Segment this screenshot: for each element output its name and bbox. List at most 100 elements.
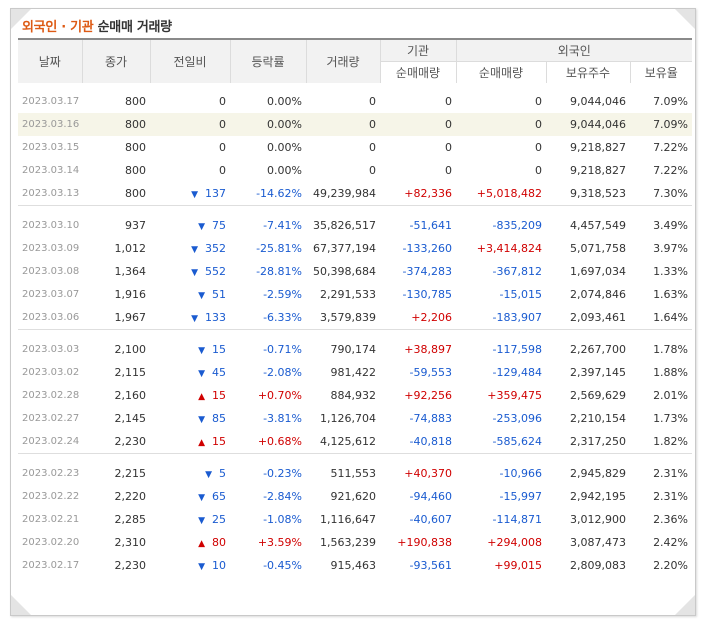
cell-rate: -0.23% [263,467,302,480]
cell-rate: -2.08% [263,366,302,379]
cell-foreign-net: 0 [535,95,542,108]
cell-holdings: 9,044,046 [546,113,630,136]
cell-holdings: 2,397,145 [570,366,626,379]
cell-volume: 884,932 [330,389,377,402]
corner-decoration [675,595,695,615]
cell-change: ▼ 133 [150,306,230,330]
cell-holdings: 9,044,046 [570,95,626,108]
change-value: 552 [205,265,226,278]
cell-volume: 915,463 [330,559,377,572]
table-row: 2023.02.28 2,160 ▲ 15 +0.70% 884,932 +92,256 +3… [18,384,692,407]
cell-foreign-net: 0 [535,164,542,177]
cell-ratio: 1.88% [653,366,689,379]
cell-rate: +3.59% [257,536,302,549]
table-body: 2023.03.17 800 0 0.00% 0 0 0 9,044,046 7.09% 2023… [18,83,693,577]
cell-holdings: 2,569,629 [570,389,626,402]
cell-holdings: 2,210,154 [570,412,626,425]
cell-date: 2023.03.03 [22,344,80,355]
cell-volume: 4,125,612 [320,435,376,448]
cell-foreign-net: 0 [456,113,546,136]
col-holdings: 보유주수 [545,61,630,83]
cell-change: 0 [150,90,230,113]
cell-close: 1,967 [114,311,147,324]
cell-rate: 0.00% [267,164,302,177]
cell-close: 1,012 [114,242,147,255]
cell-volume: 921,620 [330,490,377,503]
cell-ratio: 2.31% [653,467,689,480]
cell-change: ▲ 15 [150,430,230,454]
title-rest: 순매매 거래량 [93,20,173,35]
col-foreign-net: 순매매량 [455,61,546,83]
table-row: 2023.03.09 1,012 ▼ 352 -25.81% 67,377,194 -133… [18,237,692,260]
cell-holdings: 2,945,829 [570,467,626,480]
cell-holdings: 9,318,523 [570,187,626,200]
cell-foreign-net: -183,907 [492,311,542,324]
cell-holdings: 1,697,034 [570,265,626,278]
col-date: 날짜 [18,38,82,83]
arrow-down-icon: ▼ [198,346,205,356]
col-ratio: 보유율 [629,61,693,83]
cell-change: ▼ 65 [150,485,230,508]
cell-date: 2023.02.21 [22,514,80,525]
cell-change: 0 [150,113,230,136]
cell-change: ▲ 15 [150,384,230,407]
cell-close: 2,145 [114,412,147,425]
cell-inst-net: +190,838 [397,536,452,549]
cell-volume: 0 [306,113,380,136]
table-row: 2023.03.16 800 0 0.00% 0 0 0 9,044,046 7.09% [18,113,693,136]
cell-change: ▼ 5 [150,462,230,485]
cell-close: 800 [125,187,146,200]
cell-rate: -1.08% [263,513,302,526]
cell-volume: 981,422 [330,366,377,379]
trading-table: 날짜 종가 전일비 등락률 거래량 기관 외국인 순매매량 순매매량 보유주수 … [18,38,693,577]
cell-rate: 0.00% [267,141,302,154]
cell-rate: -28.81% [256,265,302,278]
cell-foreign-net: 0 [535,141,542,154]
cell-holdings: 2,093,461 [570,311,626,324]
cell-rate: -0.71% [263,343,302,356]
table-row: 2023.02.24 2,230 ▲ 15 +0.68% 4,125,612 -40,818… [18,430,692,454]
cell-foreign-net: -15,997 [499,490,542,503]
title-foreign: 외국인 [22,20,57,35]
change-value: 0 [219,141,226,154]
cell-volume: 0 [369,95,376,108]
arrow-down-icon: ▼ [198,369,205,379]
arrow-down-icon: ▼ [198,562,205,572]
change-value: 15 [212,435,226,448]
cell-foreign-net: +359,475 [487,389,542,402]
cell-volume: 0 [369,164,376,177]
cell-change: 0 [150,159,230,182]
cell-inst-net: 0 [445,95,452,108]
arrow-down-icon: ▼ [198,516,205,526]
cell-ratio: 1.78% [653,343,689,356]
cell-ratio: 7.22% [653,141,689,154]
cell-date: 2023.03.08 [22,266,80,277]
cell-volume: 511,553 [330,467,377,480]
cell-rate: -2.59% [263,288,302,301]
cell-change: ▼ 352 [150,237,230,260]
cell-inst-net: -51,641 [409,219,452,232]
cell-inst-net: +38,897 [404,343,452,356]
col-group-foreign: 외국인 [455,38,693,62]
cell-date: 2023.03.10 [22,220,80,231]
cell-inst-net: 0 [445,164,452,177]
cell-date: 2023.02.22 [22,491,80,502]
cell-change: ▼ 45 [150,361,230,384]
table-row: 2023.02.22 2,220 ▼ 65 -2.84% 921,620 -94,460 -1… [18,485,692,508]
cell-inst-net: -59,553 [409,366,452,379]
table-row: 2023.03.08 1,364 ▼ 552 -28.81% 50,398,684 -374… [18,260,692,283]
cell-inst-net: -133,260 [402,242,452,255]
cell-date: 2023.03.09 [22,243,80,254]
change-value: 352 [205,242,226,255]
cell-rate: +0.70% [257,389,302,402]
corner-decoration [11,595,31,615]
title-institution: 기관 [70,20,94,35]
cell-close: 2,100 [114,343,147,356]
table-row: 2023.03.17 800 0 0.00% 0 0 0 9,044,046 7.09% [18,90,692,113]
change-value: 65 [212,490,226,503]
cell-change: 0 [150,136,230,159]
cell-date: 2023.02.28 [22,390,80,401]
cell-holdings: 2,317,250 [570,435,626,448]
cell-ratio: 2.36% [653,513,689,526]
cell-rate: -0.45% [263,559,302,572]
